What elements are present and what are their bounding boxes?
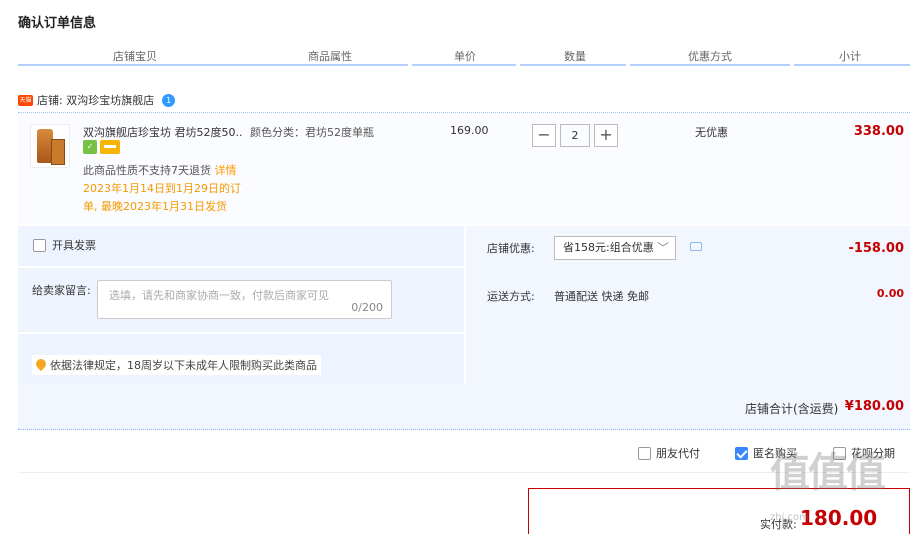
payment-amount: 180.00 — [800, 506, 878, 530]
column-header-attribute: 商品属性 — [308, 50, 352, 63]
page-title: 确认订单信息 — [18, 16, 97, 31]
return-detail-link[interactable]: 详情 — [215, 164, 237, 177]
header-divider — [412, 64, 516, 66]
guarantee-icon[interactable]: ✓ — [83, 140, 97, 154]
message-char-count: 0/200 — [351, 301, 383, 314]
shop-name-link[interactable]: 店铺: 双沟珍宝坊旗舰店 — [37, 92, 154, 108]
friend-pay-checkbox[interactable] — [638, 446, 651, 460]
product-thumbnail[interactable] — [30, 124, 70, 168]
anonymous-buy-checkbox[interactable] — [735, 446, 748, 460]
seller-message-input[interactable]: 选填，请先和商家协商一致，付款后商家可见 0/200 — [97, 280, 392, 319]
column-header-price: 单价 — [454, 50, 476, 63]
tmall-badge-icon: 天猫 — [18, 94, 33, 106]
shipping-label: 运送方式: — [487, 290, 535, 303]
column-header-item: 店铺宝贝 — [113, 50, 157, 63]
shop-total-label: 店铺合计(含运费) — [745, 402, 839, 416]
product-attribute: 颜色分类：君坊52度单瓶 — [250, 126, 374, 139]
quantity-input[interactable]: 2 — [560, 124, 590, 147]
panel-divider — [18, 266, 464, 268]
friend-pay-label: 朋友代付 — [656, 447, 700, 460]
shop-coupon-select[interactable]: 省158元:组合优惠 ﹀ — [554, 236, 676, 260]
header-divider — [630, 64, 790, 66]
header-divider — [520, 64, 626, 66]
invoice-label: 开具发票 — [52, 239, 96, 252]
decrease-quantity-button[interactable]: − — [532, 124, 556, 147]
return-policy-note: 此商品性质不支持7天退货 详情 — [83, 164, 237, 177]
shop-coupon-label: 店铺优惠: — [487, 242, 535, 255]
item-subtotal: 338.00 — [853, 124, 904, 139]
message-label: 给卖家留言: — [32, 284, 91, 297]
wangwang-chat-icon[interactable]: 1 — [162, 93, 176, 107]
shop-row: 天猫 店铺: 双沟珍宝坊旗舰店 1 — [18, 92, 176, 108]
shipping-amount: 0.00 — [876, 287, 904, 300]
product-title-link[interactable]: 双沟旗舰店珍宝坊 君坊52度50... — [83, 124, 243, 140]
friend-pay-option[interactable]: 朋友代付 — [638, 445, 700, 461]
chevron-down-icon: ﹀ — [656, 241, 669, 255]
invoice-option[interactable]: 开具发票 — [33, 237, 96, 253]
quantity-stepper: − 2 + — [532, 124, 618, 147]
card-payment-icon[interactable] — [100, 140, 120, 154]
header-divider — [18, 64, 408, 66]
chat-bubble-icon[interactable] — [690, 242, 702, 251]
increase-quantity-button[interactable]: + — [594, 124, 618, 147]
header-divider — [794, 64, 910, 66]
shop-total-amount: ¥180.00 — [844, 399, 904, 414]
shipping-method: 普通配送 快递 免邮 — [554, 290, 649, 303]
unit-price: 169.00 — [450, 124, 489, 137]
shop-coupon-amount: -158.00 — [848, 241, 904, 256]
column-header-promo: 优惠方式 — [688, 50, 732, 63]
gift-box-image — [51, 139, 65, 165]
column-header-quantity: 数量 — [564, 50, 586, 63]
column-header-subtotal: 小计 — [839, 50, 861, 63]
age-restriction-note: 依据法律规定，18周岁以下未成年人限制购买此类商品 — [32, 355, 321, 375]
location-pin-icon — [36, 359, 46, 371]
watermark-domain: zhi.com — [770, 512, 809, 523]
service-icons: ✓ — [83, 140, 120, 154]
panel-divider — [18, 332, 464, 334]
invoice-checkbox[interactable] — [33, 238, 46, 252]
item-promo: 无优惠 — [695, 126, 728, 139]
message-placeholder: 选填，请先和商家协商一致，付款后商家可见 — [109, 289, 329, 302]
watermark-logo: 值值值 — [770, 450, 886, 496]
shipping-date-note: 2023年1月14日到1月29日的订单, 最晚2023年1月31日发货 — [83, 182, 241, 213]
